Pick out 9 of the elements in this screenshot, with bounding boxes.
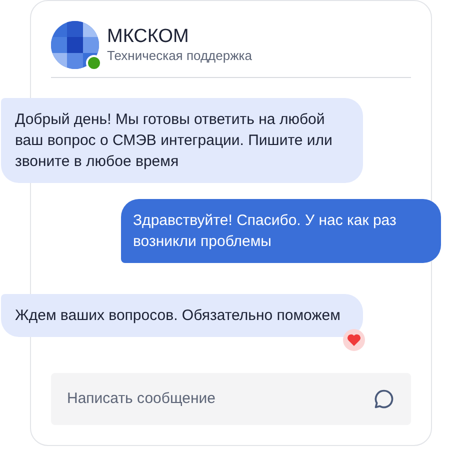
heart-reaction-icon bbox=[343, 329, 365, 351]
input-placeholder: Написать сообщение bbox=[67, 388, 216, 409]
incoming-message: Добрый день! Мы готовы ответить на любой ваш вопрос о СМЭВ интеграции. Пишите или звоните в любое время bbox=[1, 98, 363, 183]
message-input[interactable]: Написать сообщение bbox=[51, 373, 411, 425]
outgoing-message: Здравствуйте! Спасибо. У нас как раз возникли проблемы bbox=[121, 199, 441, 263]
chat-title: МКСКОМ bbox=[107, 26, 190, 48]
chat-bubble-icon[interactable] bbox=[373, 388, 395, 410]
logo-icon bbox=[51, 21, 99, 69]
chat-subtitle: Техническая поддержка bbox=[107, 48, 252, 64]
